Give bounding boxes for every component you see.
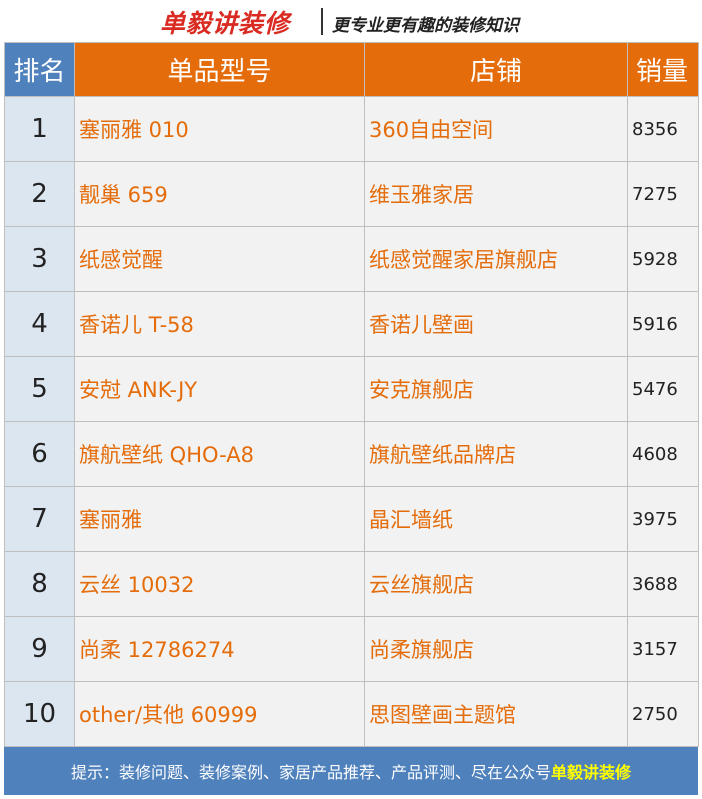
table-row: 5 安尅 ANK-JY 安克旗舰店 5476 [4,356,699,422]
rank-cell: 3 [4,226,75,292]
rank-cell: 2 [4,161,75,227]
logo-divider [321,8,323,35]
sales-cell: 3157 [627,616,699,682]
rank-cell: 6 [4,421,75,487]
table-row: 7 塞丽雅 晶汇墙纸 3975 [4,486,699,552]
sales-cell: 4608 [627,421,699,487]
shop-cell: 维玉雅家居 [364,161,628,227]
rank-cell: 4 [4,291,75,357]
logo: 单毅讲装修 [160,9,291,38]
sales-cell: 3975 [627,486,699,552]
shop-cell: 纸感觉醒家居旗舰店 [364,226,628,292]
table-row: 8 云丝 10032 云丝旗舰店 3688 [4,551,699,617]
sales-cell: 5476 [627,356,699,422]
shop-cell: 香诺儿壁画 [364,291,628,357]
ranking-table: 排名 单品型号 店铺 销量 1 塞丽雅 010 360自由空间 8356 2 靓巢 659… [4,42,699,747]
column-header-model: 单品型号 [74,42,365,97]
shop-cell: 尚柔旗舰店 [364,616,628,682]
table-row: 1 塞丽雅 010 360自由空间 8356 [4,96,699,162]
sales-cell: 8356 [627,96,699,162]
shop-cell: 晶汇墙纸 [364,486,628,552]
rank-cell: 8 [4,551,75,617]
model-cell: other/其他 60999 [74,681,365,747]
footer-banner: 提示：装修问题、装修案例、家居产品推荐、产品评测、尽在公众号 单毅讲装修 [4,747,698,795]
column-header-rank: 排名 [4,42,75,97]
table-row: 4 香诺儿 T-58 香诺儿壁画 5916 [4,291,699,357]
rank-cell: 9 [4,616,75,682]
rank-cell: 5 [4,356,75,422]
model-cell: 靓巢 659 [74,161,365,227]
model-cell: 安尅 ANK-JY [74,356,365,422]
rank-cell: 10 [4,681,75,747]
shop-cell: 安克旗舰店 [364,356,628,422]
table-row: 9 尚柔 12786274 尚柔旗舰店 3157 [4,616,699,682]
footer-text: 提示：装修问题、装修案例、家居产品推荐、产品评测、尽在公众号 [70,763,551,782]
sales-cell: 5928 [627,226,699,292]
sales-cell: 7275 [627,161,699,227]
model-cell: 云丝 10032 [74,551,365,617]
shop-cell: 360自由空间 [364,96,628,162]
sales-cell: 5916 [627,291,699,357]
shop-cell: 思图壁画主题馆 [364,681,628,747]
table-body: 1 塞丽雅 010 360自由空间 8356 2 靓巢 659 维玉雅家居 7275 3 纸感觉醒… [4,96,699,747]
rank-cell: 7 [4,486,75,552]
rank-cell: 1 [4,96,75,162]
sales-cell: 2750 [627,681,699,747]
header: 单毅讲装修 更专业更有趣的装修知识 [0,0,702,42]
model-cell: 纸感觉醒 [74,226,365,292]
table-row: 2 靓巢 659 维玉雅家居 7275 [4,161,699,227]
table-header-row: 排名 单品型号 店铺 销量 [4,42,699,97]
model-cell: 尚柔 12786274 [74,616,365,682]
table-row: 6 旗航壁纸 QHO-A8 旗航壁纸品牌店 4608 [4,421,699,487]
column-header-shop: 店铺 [364,42,628,97]
model-cell: 塞丽雅 [74,486,365,552]
model-cell: 旗航壁纸 QHO-A8 [74,421,365,487]
model-cell: 香诺儿 T-58 [74,291,365,357]
table-row: 10 other/其他 60999 思图壁画主题馆 2750 [4,681,699,747]
table-row: 3 纸感觉醒 纸感觉醒家居旗舰店 5928 [4,226,699,292]
model-cell: 塞丽雅 010 [74,96,365,162]
tagline: 更专业更有趣的装修知识 [332,16,519,36]
shop-cell: 云丝旗舰店 [364,551,628,617]
footer-highlight: 单毅讲装修 [551,763,632,782]
shop-cell: 旗航壁纸品牌店 [364,421,628,487]
sales-cell: 3688 [627,551,699,617]
column-header-sales: 销量 [627,42,699,97]
